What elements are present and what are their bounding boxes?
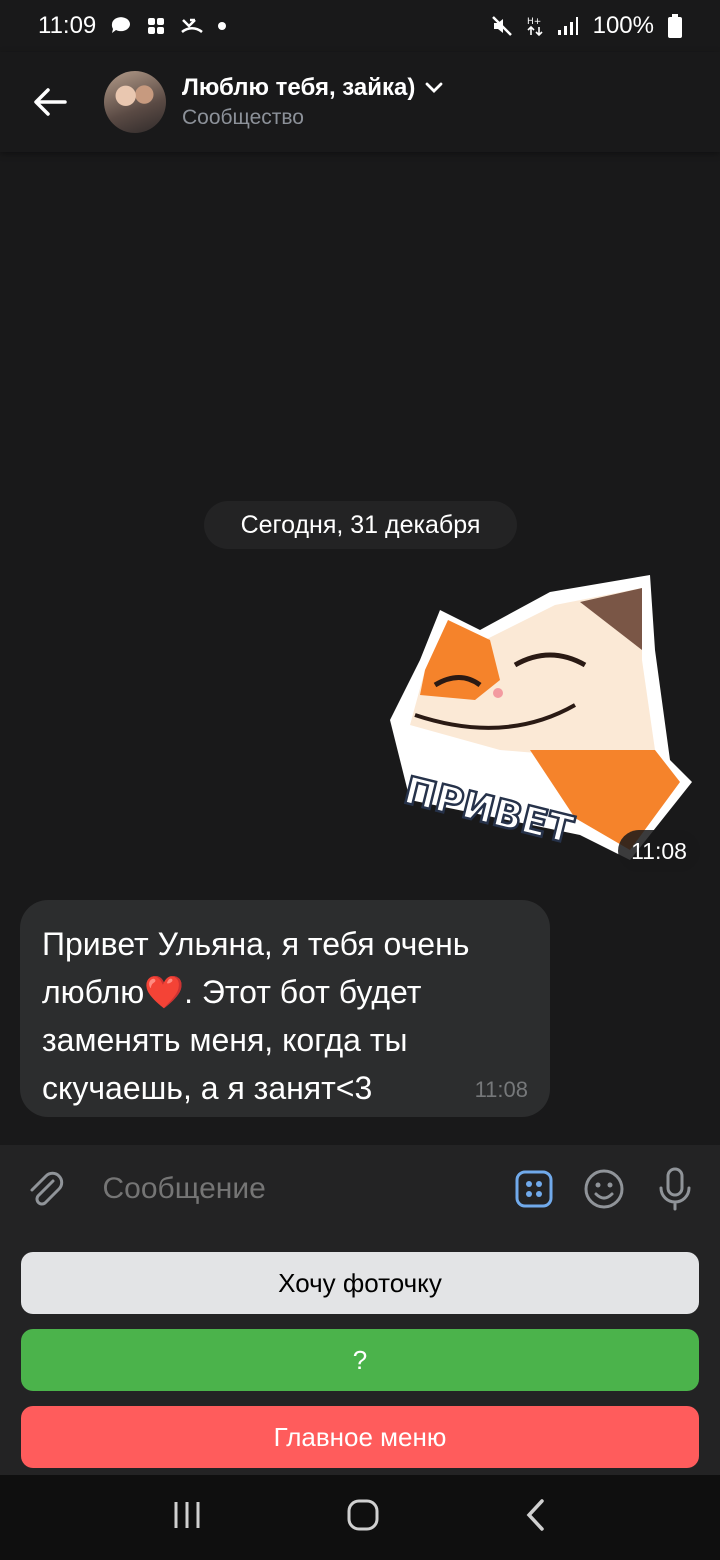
status-time: 11:09 <box>38 12 97 39</box>
bot-keyboard-icon <box>515 1170 553 1208</box>
message-input[interactable] <box>102 1172 489 1206</box>
date-separator: Сегодня, 31 декабря <box>204 501 517 549</box>
back-icon <box>526 1499 544 1531</box>
status-bar: 11:09 H+ 100% <box>0 0 720 52</box>
chat-header: Люблю тебя, зайка) Сообщество <box>0 52 720 152</box>
cat-nose <box>493 688 503 698</box>
arrow-left-icon <box>34 88 67 116</box>
mute-icon <box>491 15 513 37</box>
chat-icon <box>110 16 132 36</box>
home-button[interactable] <box>346 1498 380 1537</box>
microphone-icon <box>659 1167 691 1211</box>
sticker-message[interactable]: ПРИВЕТ <box>380 570 700 870</box>
paperclip-icon <box>30 1171 64 1206</box>
notification-dot <box>218 22 227 30</box>
incoming-message[interactable]: Привет Ульяна, я тебя очень люблю❤️. Это… <box>20 900 550 1117</box>
keyboard-button-question[interactable]: ? <box>21 1329 699 1391</box>
nav-back-button[interactable] <box>524 1498 548 1537</box>
svg-text:H+: H+ <box>527 17 541 27</box>
home-icon <box>347 1499 379 1531</box>
missed-call-icon <box>180 16 204 36</box>
title-row: Люблю тебя, зайка) <box>182 74 443 102</box>
grid-icon <box>146 16 166 36</box>
chat-title: Люблю тебя, зайка) <box>182 74 416 101</box>
battery-icon <box>668 14 682 38</box>
smile-icon <box>584 1169 624 1209</box>
chat-subtitle: Сообщество <box>182 106 304 129</box>
bot-keyboard-button[interactable] <box>509 1161 560 1217</box>
heart-emoji: ❤️ <box>144 974 185 1010</box>
message-text: Привет Ульяна, я тебя очень люблю❤️. Это… <box>42 920 542 1112</box>
signal-icon <box>557 16 579 36</box>
avatar[interactable] <box>104 71 166 133</box>
input-row <box>0 1145 720 1233</box>
battery-percent: 100% <box>592 12 654 39</box>
chevron-down-icon <box>425 82 443 93</box>
voice-button[interactable] <box>650 1161 701 1217</box>
system-nav-bar <box>0 1475 720 1560</box>
recents-button[interactable] <box>172 1500 202 1535</box>
emoji-button[interactable] <box>579 1161 630 1217</box>
sticker-time: 11:08 <box>618 830 700 872</box>
chat-title-box[interactable]: Люблю тебя, зайка) Сообщество <box>182 74 443 130</box>
composer: Хочу фоточку ? Главное меню <box>0 1145 720 1475</box>
keyboard-button-photo[interactable]: Хочу фоточку <box>21 1252 699 1314</box>
status-left: 11:09 <box>38 12 227 40</box>
keyboard-button-main-menu[interactable]: Главное меню <box>21 1406 699 1468</box>
back-button[interactable] <box>0 52 100 152</box>
data-icon: H+ <box>527 15 543 37</box>
attach-button[interactable] <box>20 1161 71 1217</box>
message-time: 11:08 <box>474 1077 528 1102</box>
recents-icon <box>174 1502 200 1528</box>
status-right: H+ 100% <box>491 12 682 40</box>
